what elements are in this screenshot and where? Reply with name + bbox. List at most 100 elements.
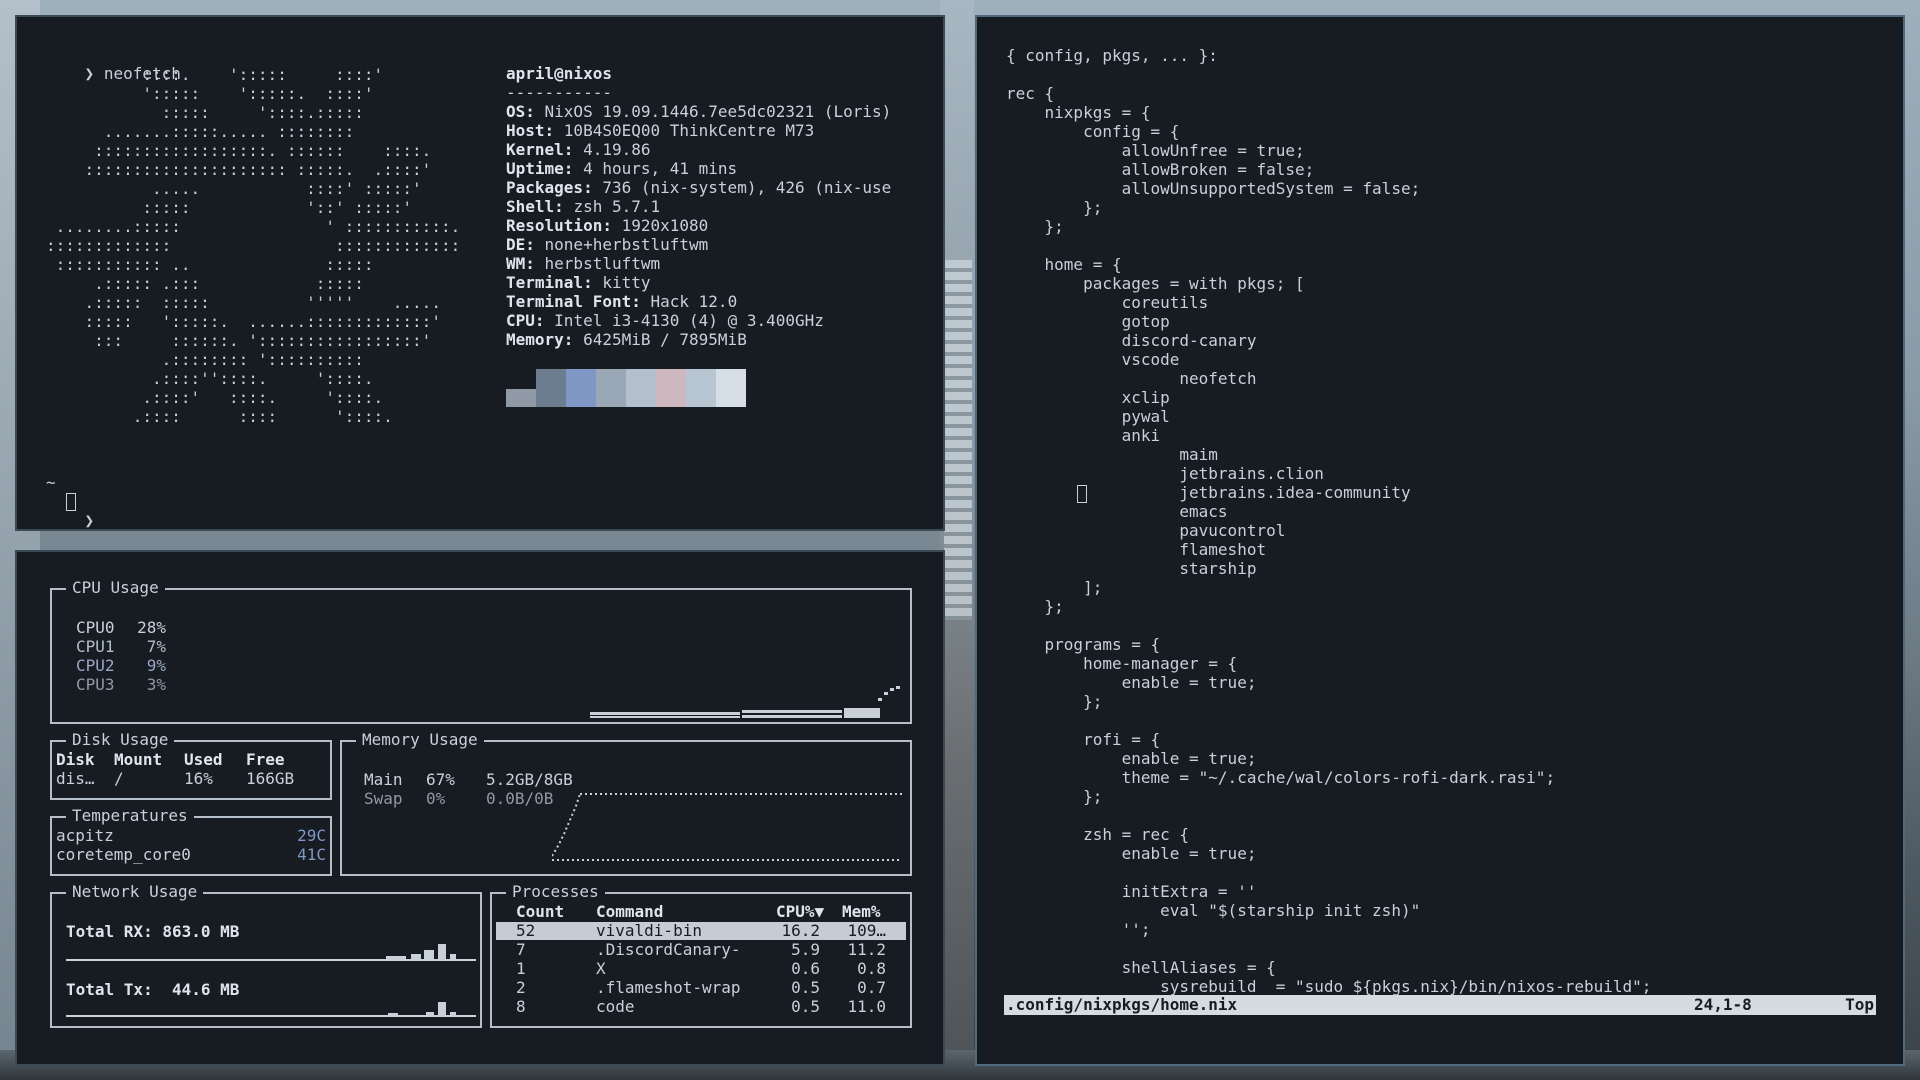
- process-cell: code: [596, 997, 635, 1016]
- palette-swatch-6: [686, 369, 716, 407]
- editor-line: packages = with pkgs; [: [1006, 274, 1305, 293]
- editor-window[interactable]: { config, pkgs, ... }: rec { nixpkgs = { …: [975, 15, 1905, 1066]
- mem-swap-pct: 0%: [426, 789, 446, 808]
- disk-header-used: Used: [184, 750, 223, 769]
- editor-line: allowBroken = false;: [1006, 160, 1315, 179]
- info-colon: :: [583, 273, 603, 292]
- ascii-line: .::::: .::: :::::: [46, 274, 364, 293]
- prompt-symbol: ❯: [84, 511, 95, 530]
- info-separator: -----------: [506, 83, 612, 102]
- process-cell: 8: [516, 997, 526, 1016]
- disk-usage-title: Disk Usage: [66, 730, 175, 750]
- editor-line: };: [1006, 198, 1103, 217]
- editor-line: pywal: [1006, 407, 1170, 426]
- ascii-line: ::::: '::::.:::::: [46, 103, 364, 122]
- disk-usage-panel: Disk Usage Disk Mount Used Free dis… / 1…: [50, 730, 332, 800]
- info-line: Resolution: 1920x1080: [506, 216, 708, 235]
- info-colon: :: [534, 311, 555, 330]
- info-key: Uptime: [506, 159, 564, 178]
- info-colon: :: [631, 292, 651, 311]
- editor-line: ];: [1006, 578, 1103, 597]
- terminal-window[interactable]: ❯ neofetch ::::. '::::: ::::' '::::: '::…: [15, 15, 945, 531]
- ascii-line: ::::: '::' :::::': [46, 198, 413, 217]
- temperatures-panel: Temperatures acpitz 29C coretemp_core0 4…: [50, 806, 332, 876]
- editor-line: config = {: [1006, 122, 1180, 141]
- info-value: Intel i3-4130 (4) @ 3.400GHz: [554, 311, 824, 330]
- process-cell: 11.2: [847, 940, 886, 959]
- editor-line: starship: [1006, 559, 1257, 578]
- ascii-line: .::::: ::::: ''''' .....: [46, 293, 441, 312]
- wallpaper-building: [944, 260, 972, 620]
- process-cell: 0.5: [791, 978, 820, 997]
- status-filename: .config/nixpkgs/home.nix: [1006, 995, 1238, 1014]
- info-line: Kernel: 4.19.86: [506, 140, 651, 159]
- editor-cursor: [1077, 485, 1087, 503]
- cpu-graph: [590, 686, 900, 718]
- info-value: 6425MiB / 7895MiB: [583, 330, 747, 349]
- cwd-line: ~: [46, 473, 56, 492]
- processes-panel: Processes Count Command CPU%▼ Mem% 52 viv…: [490, 882, 912, 1028]
- editor-line: anki: [1006, 426, 1161, 445]
- proc-header-cpu[interactable]: CPU%▼: [776, 902, 824, 921]
- info-value: zsh 5.7.1: [573, 197, 661, 216]
- info-line: Terminal Font: Hack 12.0: [506, 292, 737, 311]
- info-colon: :: [563, 159, 584, 178]
- info-colon: :: [525, 254, 545, 273]
- proc-header-mem[interactable]: Mem%: [842, 902, 881, 921]
- process-cell: .DiscordCanary-: [596, 940, 741, 959]
- info-value: kitty: [602, 273, 651, 292]
- cpu-core-value: 7%: [146, 637, 166, 656]
- info-line: Shell: zsh 5.7.1: [506, 197, 660, 216]
- cpu-core-name: CPU1: [76, 637, 115, 656]
- ascii-line: ::::::::::::::::::. :::::: ::::.: [46, 141, 432, 160]
- proc-header-count[interactable]: Count: [516, 902, 564, 921]
- info-key: Resolution: [506, 216, 603, 235]
- info-line: DE: none+herbstluftwm: [506, 235, 708, 254]
- cpu-core-value: 9%: [146, 656, 166, 675]
- ascii-line: ::: ::::::. ':::::::::::::::::': [46, 331, 432, 350]
- info-line: OS: NixOS 19.09.1446.7ee5dc02321 (Loris): [506, 102, 891, 121]
- process-cell: X: [596, 959, 606, 978]
- cpu-usage-title: CPU Usage: [66, 578, 165, 598]
- process-cell: 0.7: [857, 978, 886, 997]
- editor-status-bar: .config/nixpkgs/home.nix 24,1-8 Top: [1004, 995, 1876, 1015]
- gotop-window[interactable]: CPU Usage CPU0 28% CPU1 7% CPU2 9% CPU3 3% Disk…: [15, 550, 945, 1066]
- mem-main-pct: 67%: [426, 770, 455, 789]
- editor-line: xclip: [1006, 388, 1170, 407]
- process-cell: .flameshot-wrap: [596, 978, 741, 997]
- editor-line: };: [1006, 597, 1064, 616]
- info-colon: :: [544, 121, 564, 140]
- info-key: OS: [506, 102, 526, 121]
- temp-value-0: 29C: [297, 826, 326, 845]
- network-usage-title: Network Usage: [66, 882, 204, 902]
- palette-swatch-2: [566, 369, 596, 407]
- info-key: Kernel: [506, 140, 564, 159]
- proc-header-command[interactable]: Command: [596, 902, 663, 921]
- editor-line: coreutils: [1006, 293, 1209, 312]
- process-cell: 11.0: [847, 997, 886, 1016]
- palette-swatch-7: [716, 369, 746, 407]
- palette-swatch-0: [506, 389, 536, 407]
- editor-line: programs = {: [1006, 635, 1161, 654]
- user-host: april@nixos: [506, 64, 612, 83]
- process-cell: vivaldi-bin: [596, 921, 702, 940]
- editor-line: theme = "~/.cache/wal/colors-rofi-dark.r…: [1006, 768, 1556, 787]
- info-key: WM: [506, 254, 526, 273]
- editor-line: sysrebuild = "sudo ${pkgs.nix}/bin/nixos…: [1006, 977, 1652, 996]
- terminal-cursor[interactable]: [66, 493, 76, 511]
- info-line: Memory: 6425MiB / 7895MiB: [506, 330, 747, 349]
- editor-line: pavucontrol: [1006, 521, 1286, 540]
- ascii-line: '::::: ':::::. ::::': [46, 84, 374, 103]
- process-cell: 52: [516, 921, 536, 940]
- disk-cell-free: 166GB: [246, 769, 295, 788]
- cpu-usage-panel: CPU Usage CPU0 28% CPU1 7% CPU2 9% CPU3 3%: [50, 578, 912, 724]
- ascii-line: .......:::::..... ::::::::: [46, 122, 355, 141]
- info-value: 736 (nix-system), 426 (nix-use: [602, 178, 892, 197]
- ascii-line: ::::::::::::::::::::: :::::. .::::': [46, 160, 432, 179]
- process-cell: 16.2: [781, 921, 820, 940]
- palette-swatch-4: [626, 369, 656, 407]
- temperatures-title: Temperatures: [66, 806, 194, 826]
- info-line: Host: 10B4S0EQ00 ThinkCentre M73: [506, 121, 814, 140]
- network-tx-graph: [66, 1002, 476, 1017]
- network-usage-panel: Network Usage Total RX: 863.0 MB Total T…: [50, 882, 482, 1028]
